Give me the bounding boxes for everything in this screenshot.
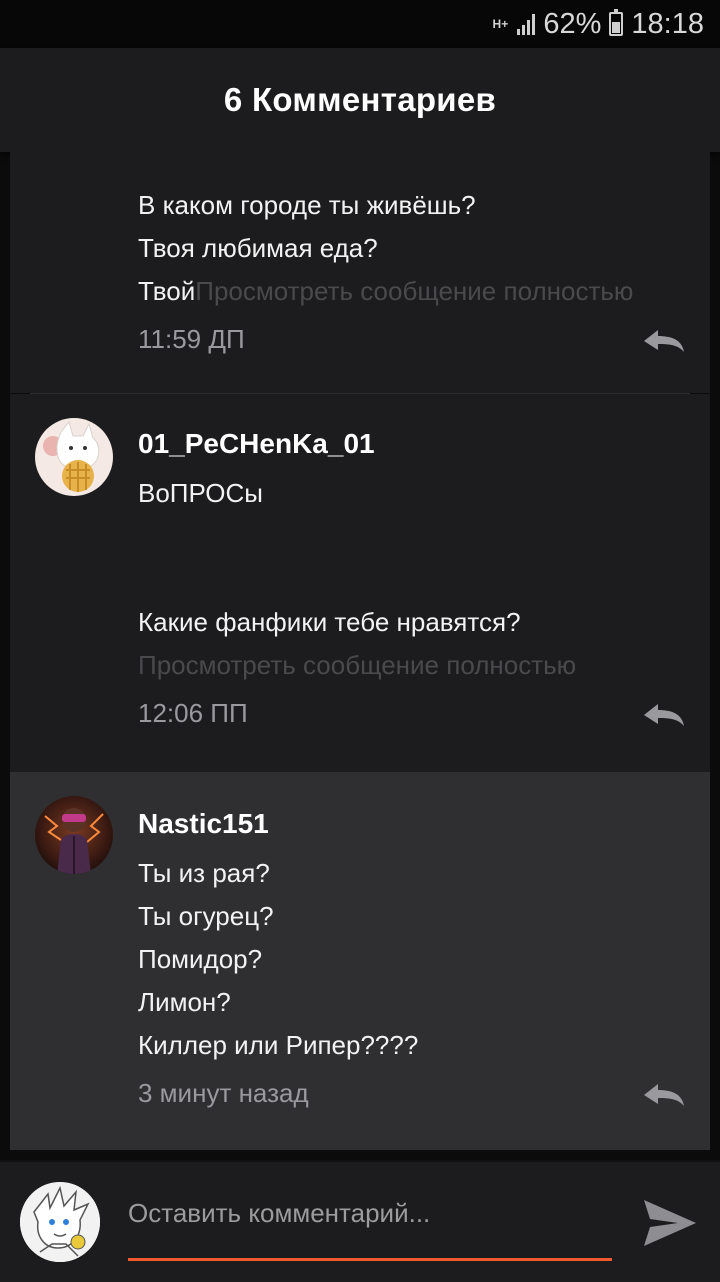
user-avatar-image — [35, 418, 113, 496]
input-underline — [128, 1258, 612, 1261]
comment-timestamp: 12:06 ПП — [138, 698, 248, 728]
comments-header: 6 Комментариев — [0, 48, 720, 152]
clock: 18:18 — [631, 7, 704, 40]
comment-text-line: Помидор? — [138, 944, 263, 974]
comment-text-line: Твоя любимая еда? — [138, 233, 378, 263]
view-full-message-link[interactable]: Просмотреть сообщение полностью — [195, 276, 633, 306]
avatar[interactable] — [35, 796, 113, 874]
comment-card-highlighted[interactable]: Nastic151 Ты из рая? Ты огурец? Помидор?… — [10, 772, 710, 1150]
comment-text-line: Киллер или Рипер???? — [138, 1030, 419, 1060]
avatar[interactable] — [35, 418, 113, 496]
comment-text-line: Ты огурец? — [138, 901, 274, 931]
send-icon[interactable] — [640, 1194, 698, 1252]
battery-level — [612, 22, 621, 33]
battery-percent: 62% — [543, 7, 602, 40]
status-bar: H+ 62% 18:18 — [0, 0, 720, 48]
comment-text-line: Какие фанфики тебе нравятся? — [138, 607, 521, 637]
comment-card[interactable]: 01_PeCHenKa_01 ВоПРОСы Какие фанфики теб… — [10, 394, 710, 772]
reply-icon[interactable] — [642, 702, 686, 728]
comment-card[interactable]: В каком городе ты живёшь? Твоя любимая е… — [10, 152, 710, 394]
comment-text-line: ТвойПросмотреть сообщение полностью — [138, 276, 633, 307]
my-avatar[interactable] — [20, 1182, 100, 1262]
network-type: H+ — [492, 16, 509, 31]
status-indicators: H+ 62% 18:18 — [491, 6, 704, 42]
comment-input[interactable] — [128, 1192, 612, 1234]
comment-list[interactable]: В каком городе ты живёшь? Твоя любимая е… — [0, 152, 720, 1160]
comment-timestamp: 11:59 ДП — [138, 324, 245, 354]
battery-icon — [609, 9, 624, 36]
username[interactable]: Nastic151 — [138, 808, 269, 840]
comment-timestamp: 3 минут назад — [138, 1078, 309, 1108]
comment-composer — [0, 1160, 720, 1282]
comment-text-line: ВоПРОСы — [138, 478, 263, 508]
comment-text-line: Ты из рая? — [138, 858, 270, 888]
username[interactable]: 01_PeCHenKa_01 — [138, 428, 375, 460]
comment-text-line: Лимон? — [138, 987, 231, 1017]
comment-text-fragment: Твой — [138, 276, 196, 306]
view-full-message-link[interactable]: Просмотреть сообщение полностью — [138, 650, 576, 681]
reply-icon[interactable] — [642, 328, 686, 354]
my-avatar-image — [20, 1182, 100, 1262]
signal-icon — [517, 13, 536, 35]
reply-icon[interactable] — [642, 1082, 686, 1108]
page-title: 6 Комментариев — [223, 81, 497, 118]
comment-text-line: В каком городе ты живёшь? — [138, 190, 476, 220]
user-avatar-image — [35, 796, 113, 874]
